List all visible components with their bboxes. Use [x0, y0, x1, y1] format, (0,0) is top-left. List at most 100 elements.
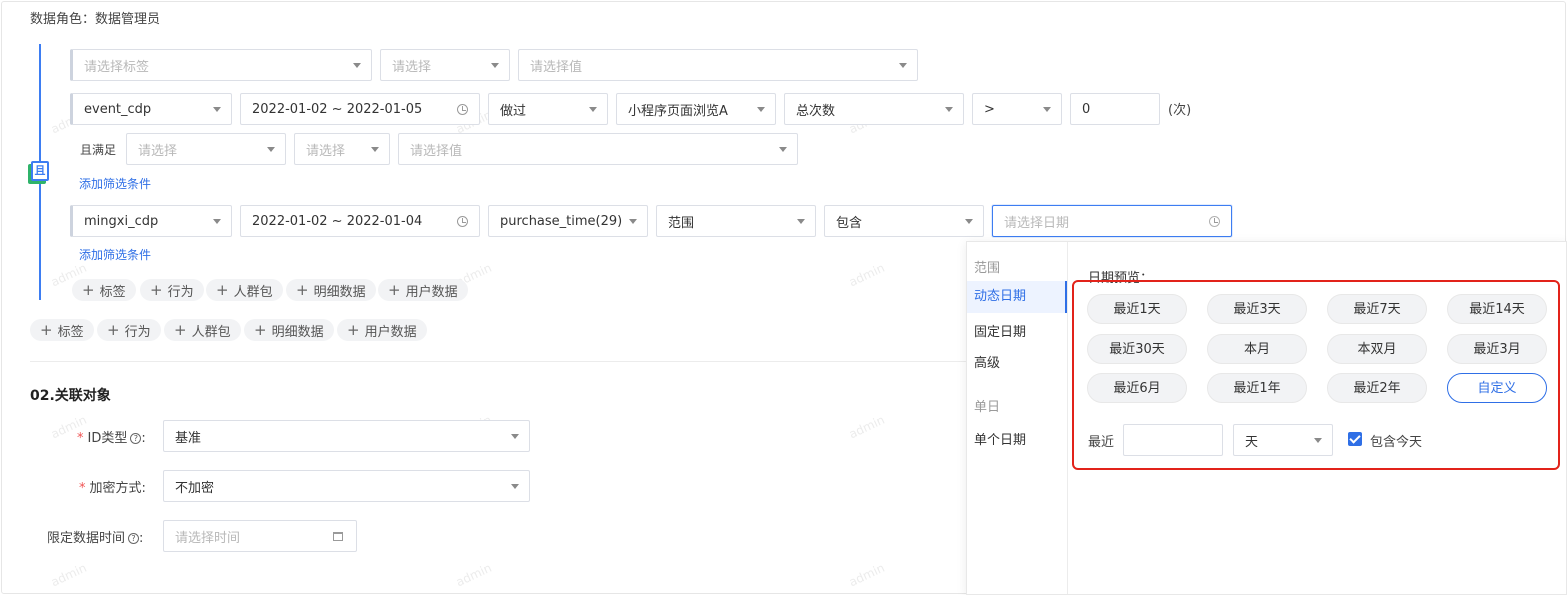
time-limit-text: 限定数据时间 [47, 531, 126, 546]
table-date-range[interactable]: 2022-01-02 ~ 2022-01-04 [240, 205, 480, 237]
add-behavior-chip[interactable]: + 行为 [140, 279, 204, 301]
chip-label: 人群包 [191, 324, 231, 340]
tag-select-placeholder: 请选择标签 [84, 59, 150, 75]
plus-icon: + [107, 321, 120, 339]
clock-icon [457, 216, 468, 227]
action-select[interactable]: 做过 [488, 93, 608, 125]
encrypt-select[interactable]: 不加密 [163, 470, 530, 502]
count-input[interactable]: 0 [1070, 93, 1160, 125]
event-select[interactable]: event_cdp [70, 93, 232, 125]
chevron-down-icon [965, 219, 973, 224]
value-select[interactable]: 请选择值 [518, 49, 918, 81]
calendar-icon [333, 532, 343, 541]
chip-label: 明细数据 [313, 284, 366, 300]
sub-operator-select[interactable]: 请选择 [294, 133, 390, 165]
plus-icon: + [174, 321, 187, 339]
and-group-badge[interactable]: 且 [31, 161, 49, 181]
sub-field-select[interactable]: 请选择 [126, 133, 286, 165]
chip-label: 标签 [57, 324, 84, 340]
chevron-down-icon [353, 63, 361, 68]
event-name-select-value: 小程序页面浏览A [628, 103, 728, 119]
date-picker-input[interactable]: 请选择日期 [992, 205, 1232, 237]
add-tag-chip[interactable]: + 标签 [72, 279, 136, 301]
plus-icon: + [296, 281, 309, 299]
operator-select[interactable]: 请选择 [380, 49, 510, 81]
sub-value-select[interactable]: 请选择值 [398, 133, 798, 165]
event-date-range[interactable]: 2022-01-02 ~ 2022-01-05 [240, 93, 480, 125]
event-select-value: event_cdp [84, 101, 152, 117]
tag-select[interactable]: 请选择标签 [70, 49, 372, 81]
table-select-value: mingxi_cdp [84, 213, 159, 229]
chip-label: 用户数据 [405, 284, 458, 300]
event-name-select[interactable]: 小程序页面浏览A [616, 93, 776, 125]
id-type-select-value: 基准 [175, 430, 202, 446]
plus-icon: + [388, 281, 401, 299]
menu-item-advanced[interactable]: 高级 [974, 352, 1000, 371]
range-operator-select[interactable]: 范围 [656, 205, 816, 237]
time-limit-picker[interactable]: 请选择时间 [163, 520, 357, 552]
add-user-data-chip[interactable]: + 用户数据 [378, 279, 468, 301]
event-date-range-value: 2022-01-02 ~ 2022-01-05 [252, 101, 423, 117]
table-date-range-value: 2022-01-02 ~ 2022-01-04 [252, 213, 423, 229]
menu-group-single: 单日 [974, 400, 1001, 415]
operator-select-placeholder: 请选择 [392, 59, 432, 75]
and-satisfy-label: 且满足 [80, 143, 117, 157]
chevron-down-icon [267, 147, 275, 152]
chevron-down-icon [629, 219, 637, 224]
plus-icon: + [216, 281, 229, 299]
plus-icon: + [150, 281, 163, 299]
add-detail-data-chip[interactable]: + 明细数据 [286, 279, 376, 301]
add-detail-data-chip[interactable]: + 明细数据 [244, 319, 334, 341]
data-role-label: 数据角色： [30, 12, 96, 27]
metric-select[interactable]: 总次数 [784, 93, 964, 125]
chip-label: 行为 [124, 324, 151, 340]
field-select-value: purchase_time(29) [500, 213, 623, 229]
chevron-down-icon [511, 484, 519, 489]
comparator-select[interactable]: > [972, 93, 1062, 125]
id-type-select[interactable]: 基准 [163, 420, 530, 452]
highlight-box [1072, 280, 1560, 470]
help-icon[interactable]: ? [128, 533, 140, 544]
value-select-placeholder: 请选择值 [530, 59, 583, 75]
chevron-down-icon [213, 219, 221, 224]
match-select-value: 包含 [836, 215, 863, 231]
chevron-down-icon [1043, 107, 1051, 112]
chip-label: 标签 [99, 284, 126, 300]
add-filter-link[interactable]: 添加筛选条件 [79, 246, 151, 263]
table-select[interactable]: mingxi_cdp [70, 205, 232, 237]
chevron-down-icon [491, 63, 499, 68]
plus-icon: + [40, 321, 53, 339]
chip-label: 人群包 [233, 284, 273, 300]
add-tag-chip[interactable]: + 标签 [30, 319, 94, 341]
encrypt-text: 加密方式 [89, 481, 142, 496]
add-filter-link[interactable]: 添加筛选条件 [79, 175, 151, 192]
add-crowd-chip[interactable]: + 人群包 [206, 279, 283, 301]
menu-item-fixed-date[interactable]: 固定日期 [974, 321, 1026, 340]
range-operator-select-value: 范围 [668, 215, 695, 231]
add-crowd-chip[interactable]: + 人群包 [164, 319, 241, 341]
match-select[interactable]: 包含 [824, 205, 984, 237]
encrypt-select-value: 不加密 [175, 480, 215, 496]
add-user-data-chip[interactable]: + 用户数据 [337, 319, 427, 341]
required-mark: * [77, 431, 84, 446]
action-select-value: 做过 [500, 103, 527, 119]
add-behavior-chip[interactable]: + 行为 [97, 319, 161, 341]
chevron-down-icon [757, 107, 765, 112]
colon: : [141, 481, 146, 496]
menu-group-range: 范围 [974, 261, 1001, 276]
field-select[interactable]: purchase_time(29) [488, 205, 648, 237]
chevron-down-icon [511, 434, 519, 439]
id-type-label: * ID类型?: [77, 427, 146, 446]
required-mark: * [79, 481, 86, 496]
section-title: 02.关联对象 [30, 388, 111, 404]
sub-operator-select-placeholder: 请选择 [306, 143, 346, 159]
date-type-menu: 范围 动态日期 固定日期 高级 单日 单个日期 [967, 242, 1068, 594]
menu-item-dynamic-date[interactable]: 动态日期 [967, 281, 1067, 313]
menu-item-single-date[interactable]: 单个日期 [974, 429, 1026, 448]
divider [30, 361, 970, 362]
comparator-select-value: > [984, 101, 995, 117]
clock-icon [457, 104, 468, 115]
count-unit: (次) [1168, 103, 1192, 118]
help-icon[interactable]: ? [130, 433, 142, 444]
chip-label: 行为 [167, 284, 194, 300]
